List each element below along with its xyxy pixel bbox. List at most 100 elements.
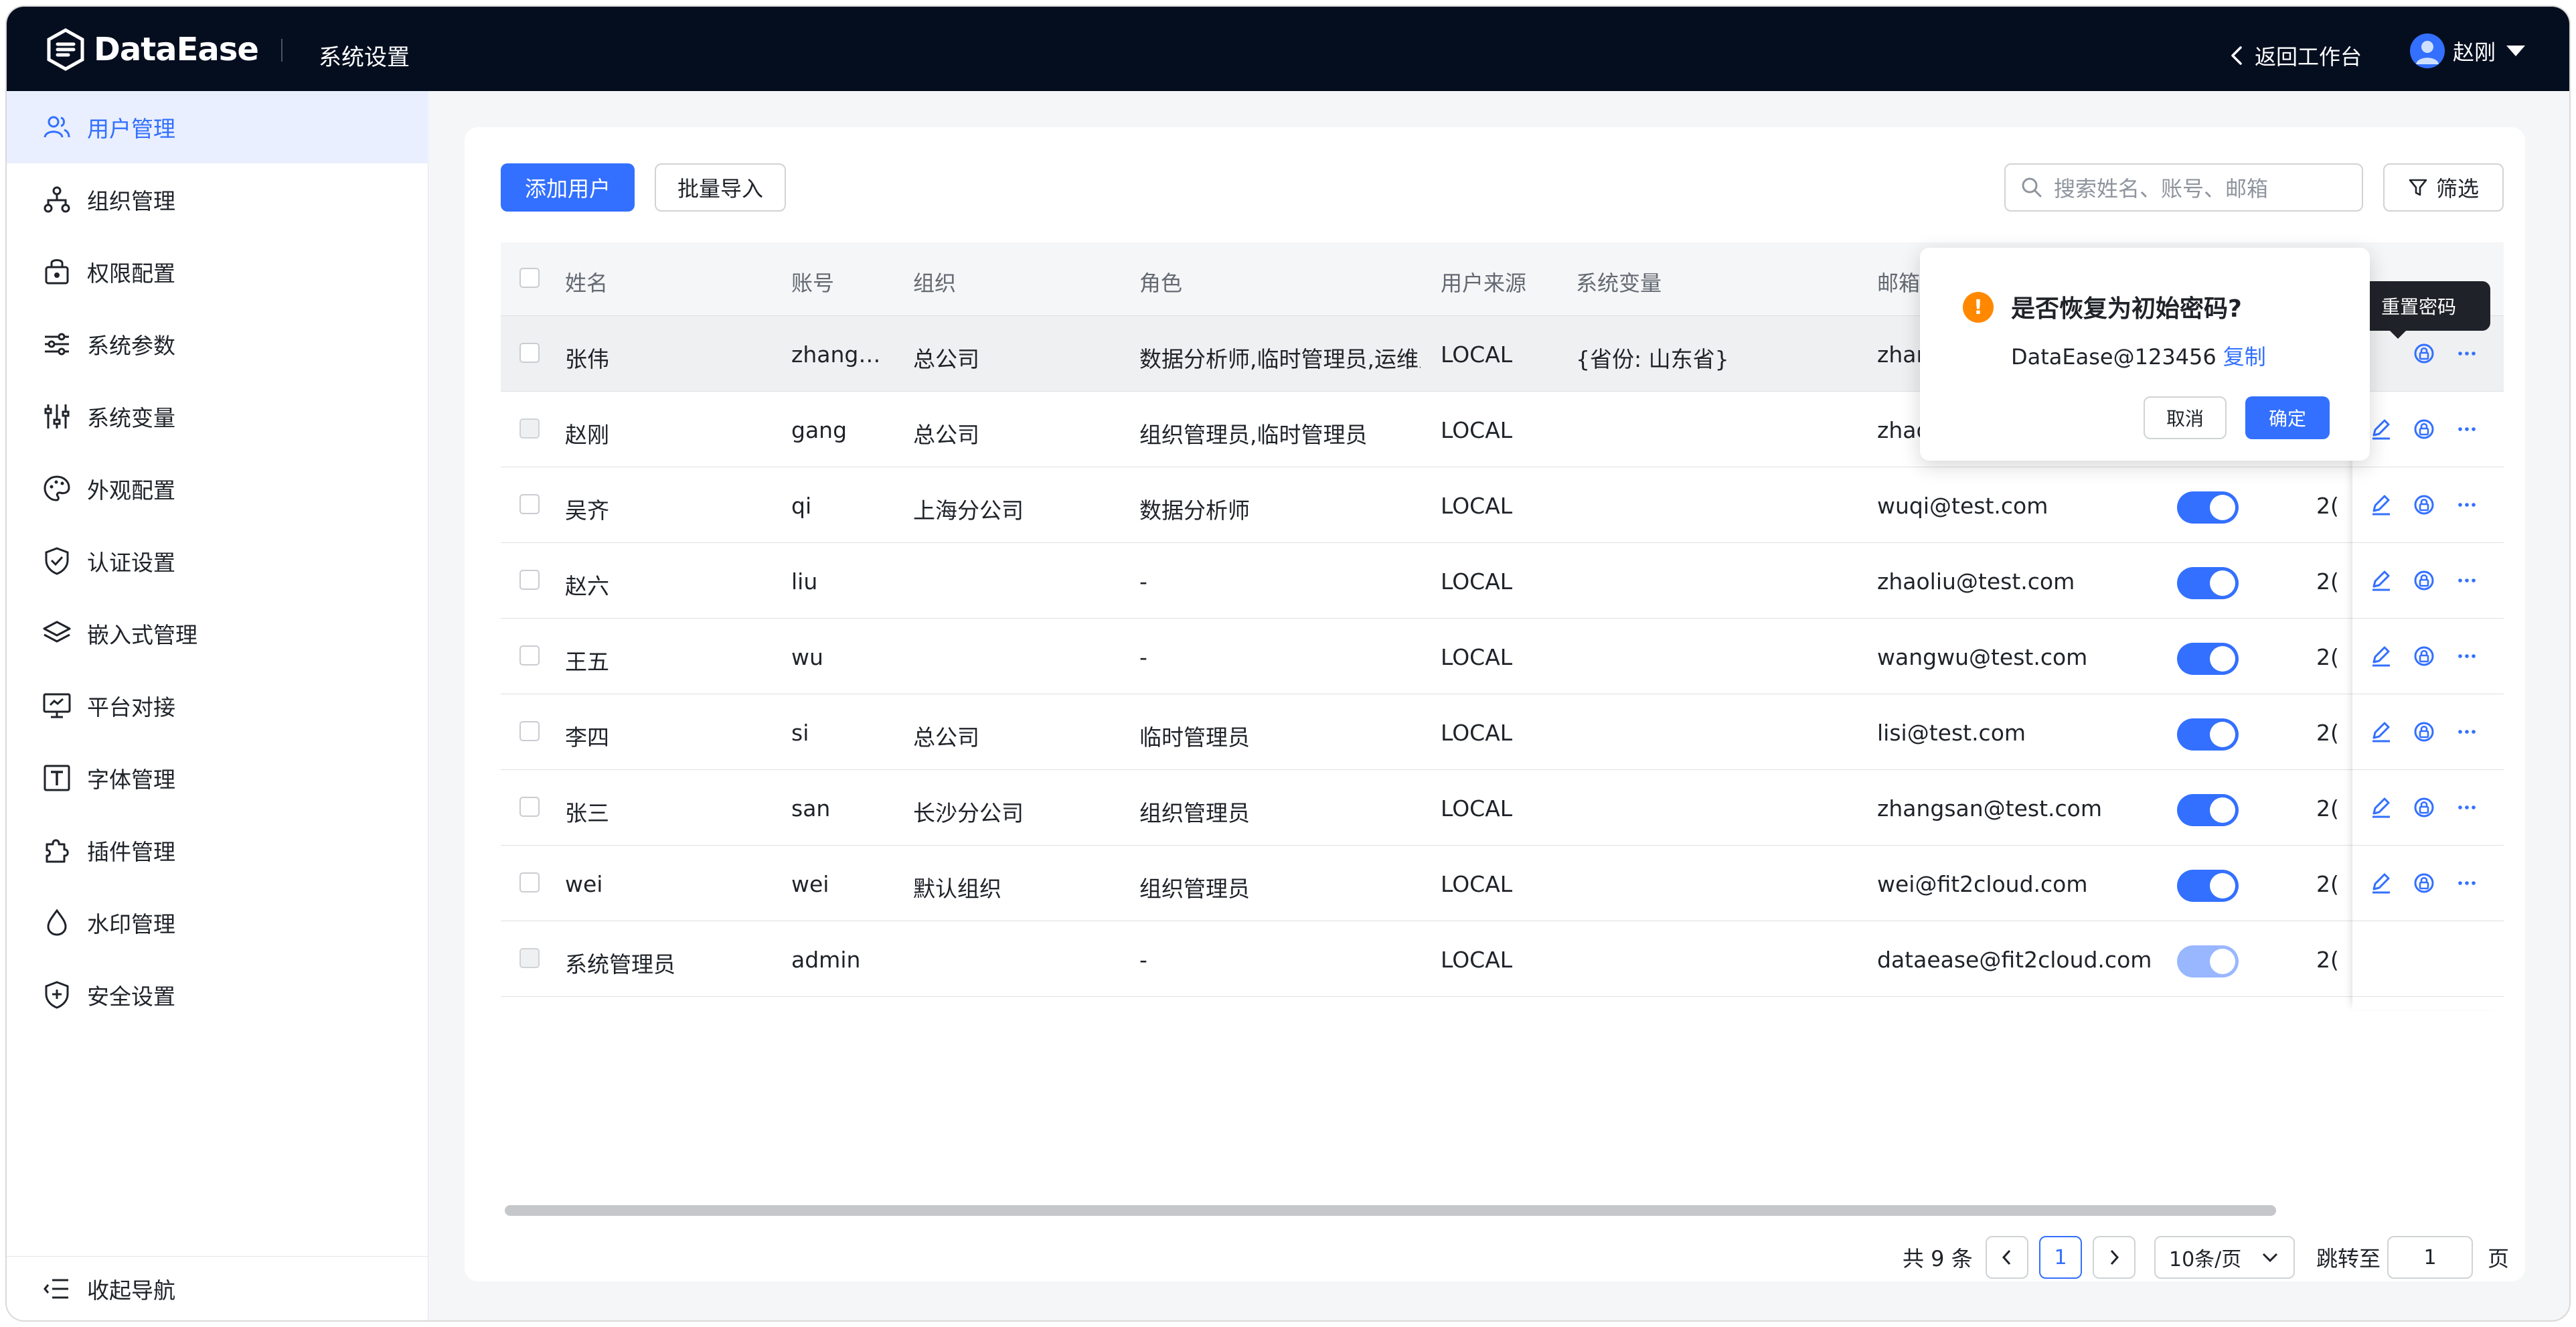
cell-role: 组织管理员 — [1139, 800, 1250, 826]
sidebar-item-system-variables[interactable]: 系统变量 — [7, 380, 428, 453]
font-icon — [44, 765, 70, 791]
sidebar-item-plugins[interactable]: 插件管理 — [7, 814, 428, 886]
page-size-value: 10条/页 — [2169, 1248, 2242, 1271]
column-header-email[interactable]: 邮箱 — [1877, 266, 1924, 297]
status-toggle[interactable] — [2177, 567, 2239, 599]
row-checkbox[interactable] — [519, 570, 540, 590]
sidebar-item-system-params[interactable]: 系统参数 — [7, 308, 428, 380]
table-row[interactable]: 王五 wu - LOCAL wangwu@test.com 2( — [501, 619, 2504, 694]
avatar — [2410, 33, 2445, 68]
sidebar-item-font[interactable]: 字体管理 — [7, 742, 428, 814]
shield-plus-icon — [45, 981, 69, 1009]
cell-role: - — [1139, 644, 1147, 670]
chevron-left-icon — [2002, 1249, 2011, 1265]
row-checkbox[interactable] — [519, 797, 540, 817]
user-avatar-icon — [2416, 41, 2439, 64]
toggle-knob — [2210, 570, 2235, 596]
sidebar-item-label: 系统参数 — [87, 333, 175, 359]
row-checkbox[interactable] — [519, 343, 540, 363]
table-row[interactable]: 系统管理员 admin - LOCAL dataease@fit2cloud.com 2( — [501, 921, 2504, 997]
sidebar-item-embedded[interactable]: 嵌入式管理 — [7, 597, 428, 670]
toggle-knob — [2210, 797, 2235, 823]
lock-icon — [45, 259, 69, 285]
cell-email: wuqi@test.com — [1877, 493, 2048, 519]
row-checkbox[interactable] — [519, 872, 540, 892]
search-input[interactable]: 搜索姓名、账号、邮箱 — [2004, 163, 2363, 212]
cancel-button[interactable]: 取消 — [2144, 396, 2227, 439]
sidebar-item-security[interactable]: 安全设置 — [7, 959, 428, 1031]
row-checkbox[interactable] — [519, 645, 540, 666]
sidebar-item-watermark[interactable]: 水印管理 — [7, 886, 428, 959]
column-header-role[interactable]: 角色 — [1139, 266, 1182, 297]
status-toggle[interactable] — [2177, 718, 2239, 751]
pagination-prev-button[interactable] — [1986, 1236, 2028, 1279]
chevron-down-icon — [2262, 1253, 2278, 1263]
table-row[interactable]: 赵六 liu - LOCAL zhaoliu@test.com 2( — [501, 543, 2504, 619]
jump-to-input[interactable]: 1 — [2387, 1236, 2473, 1279]
pagination-page-1[interactable]: 1 — [2039, 1236, 2082, 1279]
page-section-title: 系统设置 — [319, 44, 410, 71]
collapse-nav-label: 收起导航 — [87, 1277, 175, 1304]
column-header-name[interactable]: 姓名 — [565, 266, 608, 297]
sidebar-item-label: 权限配置 — [87, 260, 175, 287]
logo[interactable]: DataEase — [44, 28, 259, 71]
collapse-nav-button[interactable]: 收起导航 — [7, 1256, 428, 1320]
status-toggle[interactable] — [2177, 794, 2239, 826]
cell-name: 赵刚 — [565, 422, 609, 448]
sidebar-item-org-management[interactable]: 组织管理 — [7, 163, 428, 236]
user-menu[interactable]: 赵刚 — [2410, 33, 2526, 68]
cell-created-time: 2( — [2316, 644, 2339, 670]
sidebar-item-platform[interactable]: 平台对接 — [7, 670, 428, 742]
back-to-workbench-link[interactable]: 返回工作台 — [2229, 40, 2362, 71]
status-toggle[interactable] — [2177, 870, 2239, 902]
cell-account: wu — [791, 644, 823, 670]
user-name: 赵刚 — [2453, 40, 2496, 65]
column-header-variable[interactable]: 系统变量 — [1576, 266, 1662, 297]
shield-check-icon — [45, 547, 69, 575]
cell-created-time: 2( — [2316, 871, 2339, 897]
status-toggle[interactable] — [2177, 643, 2239, 675]
popconfirm-title: 是否恢复为初始密码? — [2011, 295, 2242, 323]
sidebar-item-label: 认证设置 — [87, 550, 175, 576]
batch-import-button[interactable]: 批量导入 — [655, 163, 786, 212]
page-size-select[interactable]: 10条/页 — [2154, 1236, 2295, 1279]
sidebar-item-label: 用户管理 — [87, 116, 175, 142]
cell-source: LOCAL — [1441, 341, 1513, 368]
cell-name: 王五 — [565, 649, 609, 675]
sidebar-item-permission-config[interactable]: 权限配置 — [7, 236, 428, 308]
sidebar-item-auth-settings[interactable]: 认证设置 — [7, 525, 428, 597]
row-checkbox[interactable] — [519, 494, 540, 514]
status-toggle[interactable] — [2177, 491, 2239, 524]
cell-role: 组织管理员 — [1139, 876, 1250, 902]
sidebar: 用户管理 组织管理 权限配置 系统参数 系统变量 外观配置 认证设置 嵌入式管理… — [7, 91, 428, 1320]
column-header-account[interactable]: 账号 — [791, 266, 834, 297]
copy-password-link[interactable]: 复制 — [2223, 344, 2266, 370]
column-header-source[interactable]: 用户来源 — [1441, 266, 1526, 297]
popconfirm-body: DataEase@123456 复制 — [2011, 340, 2266, 371]
horizontal-scrollbar[interactable] — [505, 1205, 2276, 1216]
chevron-right-icon — [2110, 1249, 2119, 1265]
cell-org: 总公司 — [913, 422, 979, 448]
row-checkbox[interactable] — [519, 418, 540, 439]
add-user-button[interactable]: 添加用户 — [501, 163, 635, 212]
search-placeholder: 搜索姓名、账号、邮箱 — [2054, 176, 2269, 202]
cell-account: gang — [791, 417, 848, 443]
table-row[interactable]: 李四 si 总公司 临时管理员 LOCAL lisi@test.com 2( — [501, 694, 2504, 770]
sidebar-item-appearance[interactable]: 外观配置 — [7, 453, 428, 525]
confirm-button[interactable]: 确定 — [2245, 396, 2330, 439]
table-row[interactable]: 吴齐 qi 上海分公司 数据分析师 LOCAL wuqi@test.com 2( — [501, 467, 2504, 543]
row-checkbox[interactable] — [519, 721, 540, 741]
column-header-org[interactable]: 组织 — [913, 266, 956, 297]
sidebar-item-label: 系统变量 — [87, 405, 175, 431]
select-all-checkbox[interactable] — [519, 268, 540, 288]
status-toggle[interactable] — [2177, 945, 2239, 978]
toggle-knob — [2210, 949, 2235, 974]
row-checkbox[interactable] — [519, 948, 540, 968]
sidebar-item-user-management[interactable]: 用户管理 — [7, 91, 428, 163]
filter-button[interactable]: 筛选 — [2383, 163, 2504, 212]
cell-account: wei — [791, 871, 829, 897]
pagination-next-button[interactable] — [2093, 1236, 2136, 1279]
table-row[interactable]: 张三 san 长沙分公司 组织管理员 LOCAL zhangsan@test.com 2( — [501, 770, 2504, 846]
table-row[interactable]: wei wei 默认组织 组织管理员 LOCAL wei@fit2cloud.com 2( — [501, 846, 2504, 921]
cell-role: 组织管理员,临时管理员 — [1139, 422, 1368, 448]
